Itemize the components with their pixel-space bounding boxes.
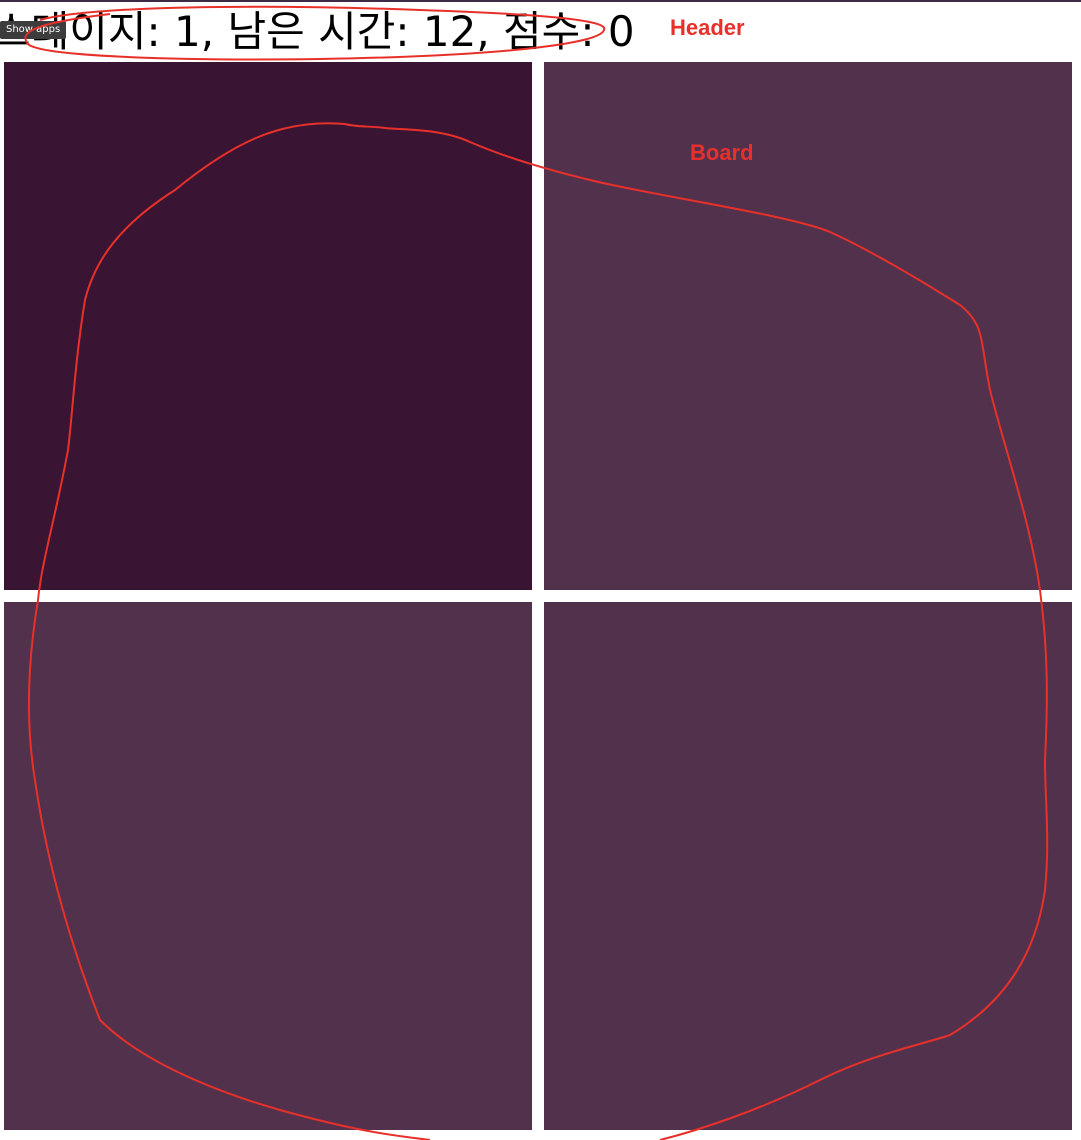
tile-top-left[interactable] [4, 62, 532, 590]
tile-top-right[interactable] [544, 62, 1072, 590]
tile-bottom-left[interactable] [4, 602, 532, 1130]
board [4, 62, 1072, 1130]
show-apps-tooltip[interactable]: Show apps [0, 21, 67, 39]
header: 스테이지: 1, 남은 시간: 12, 점수: 0 Show apps [0, 2, 1081, 60]
tile-bottom-right[interactable] [544, 602, 1072, 1130]
game-status-text: 스테이지: 1, 남은 시간: 12, 점수: 0 [0, 7, 635, 56]
